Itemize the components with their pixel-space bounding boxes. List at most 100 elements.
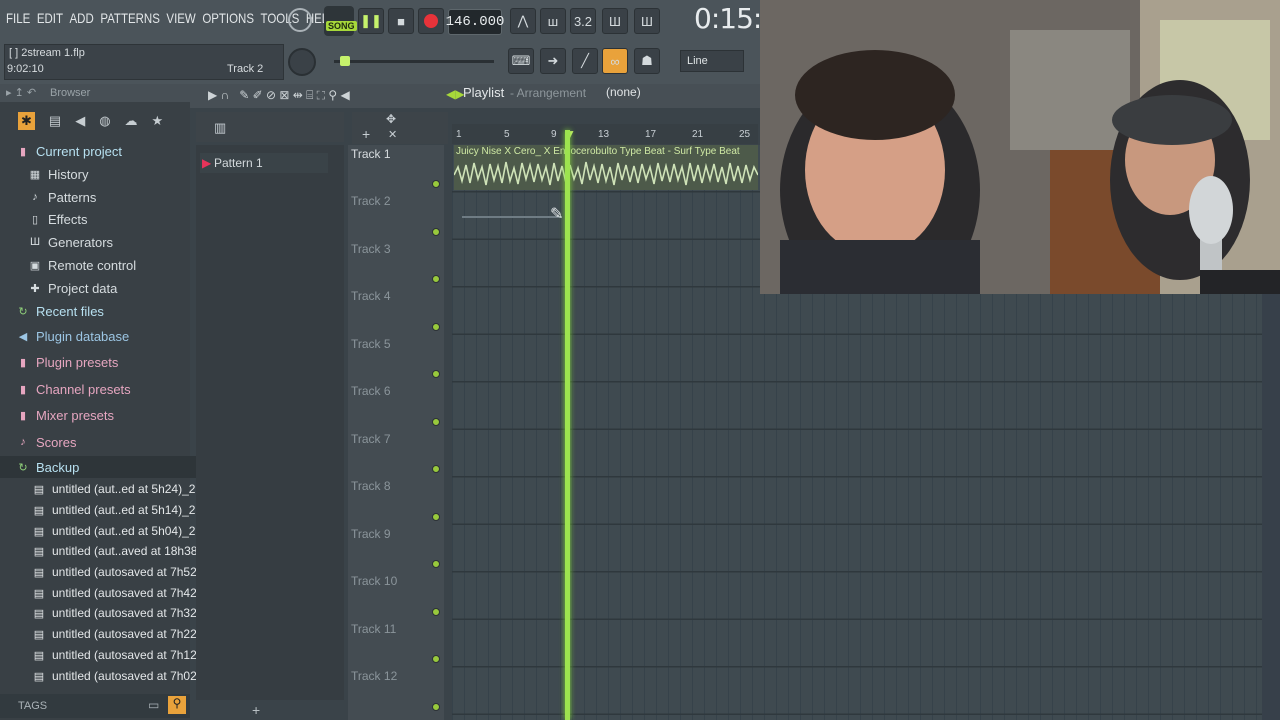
song-mode-toggle[interactable]: SONG (324, 6, 357, 36)
typing-keyboard-button[interactable]: ⌨ (508, 48, 534, 74)
track-label[interactable]: Track 4 (351, 289, 391, 303)
plugin-filter-icon[interactable]: ◍ (99, 113, 110, 129)
plugin-database-icon: ◀ (18, 330, 28, 343)
backup-file[interactable]: ▤ untitled (autosaved at 7h32) (0, 602, 222, 624)
backup-file[interactable]: ▤ untitled (autosaved at 7h02) (0, 665, 222, 687)
backup-file[interactable]: ▤ untitled (aut..ed at 5h24)_2 (0, 478, 222, 500)
move-icon[interactable]: ✥ (386, 112, 396, 126)
playlist-scrollbar[interactable] (1262, 294, 1280, 720)
track-mute-dot[interactable] (432, 560, 440, 568)
file-filter-icon[interactable]: ▤ (49, 113, 61, 129)
menu-add[interactable]: ADD (70, 10, 94, 26)
track-label[interactable]: Track 10 (351, 574, 397, 588)
track-mute-dot[interactable] (432, 275, 440, 283)
browser-nav-icons[interactable]: ▸ ↥ ↶ (6, 86, 36, 99)
track-mute-dot[interactable] (432, 608, 440, 616)
track-label[interactable]: Track 2 (351, 194, 391, 208)
snap-brush-button[interactable]: ╱ (572, 48, 598, 74)
menu-patterns[interactable]: PATTERNS (100, 10, 160, 26)
wait-input-button[interactable]: ш (540, 8, 566, 34)
browser-item-scores[interactable]: ♪ Scores (0, 431, 206, 453)
arrow-right-icon[interactable]: ➜ (540, 48, 566, 74)
snap-mode-select[interactable]: Line (680, 50, 744, 72)
browser-item-plugin-presets[interactable]: ▮ Plugin presets (0, 351, 206, 373)
track-mute-dot[interactable] (432, 323, 440, 331)
pause-button[interactable]: ❚❚ (358, 8, 384, 34)
stop-button[interactable]: ■ (388, 8, 414, 34)
backup-file[interactable]: ▤ untitled (autosaved at 7h12) (0, 644, 222, 666)
browser-item-mixer-presets[interactable]: ▮ Mixer presets (0, 404, 206, 426)
metronome-button[interactable]: ⋀ (510, 8, 536, 34)
bell-icon[interactable]: ☗ (634, 48, 660, 74)
track-mute-dot[interactable] (432, 465, 440, 473)
track-mute-dot[interactable] (432, 655, 440, 663)
track-mute-dot[interactable] (432, 703, 440, 711)
tags-label: TAGS (18, 700, 48, 712)
position-slider[interactable] (334, 56, 494, 66)
track-label[interactable]: Track 6 (351, 384, 391, 398)
backup-file[interactable]: ▤ untitled (autosaved at 7h22) (0, 623, 222, 645)
step-edit-button[interactable]: Ш (602, 8, 628, 34)
close-icon[interactable]: ✕ (388, 128, 397, 141)
backup-file[interactable]: ▤ untitled (autosaved at 7h52) (0, 561, 222, 583)
backup-file-label: untitled (aut..aved at 18h38) (52, 544, 202, 558)
piano-roll-icon[interactable]: ▥ (214, 120, 226, 136)
track-label[interactable]: Track 5 (351, 337, 391, 351)
browser-item-current-project[interactable]: ▮ Current project (0, 140, 206, 162)
track-mute-dot[interactable] (432, 180, 440, 188)
track-label[interactable]: Track 9 (351, 527, 391, 541)
cloud-filter-icon[interactable]: ☁ (125, 113, 138, 129)
playlist-arrow-icon[interactable]: ◀▶ (446, 87, 464, 101)
browser-item-history[interactable]: ▦ History (0, 163, 218, 185)
countdown-button[interactable]: 3.2 (570, 8, 596, 34)
menu-view[interactable]: VIEW (166, 10, 195, 26)
track-label[interactable]: Track 11 (351, 622, 396, 636)
link-icon[interactable]: ∞ (602, 48, 628, 74)
track-mute-dot[interactable] (432, 418, 440, 426)
menu-file[interactable]: FILE (6, 10, 30, 26)
backup-file[interactable]: ▤ untitled (aut..ed at 5h04)_2 (0, 520, 222, 542)
backup-file[interactable]: ▤ untitled (aut..aved at 18h38) (0, 540, 222, 562)
add-pattern-icon[interactable]: + (252, 702, 260, 718)
browser-item-effects[interactable]: ▯ Effects (0, 208, 218, 230)
speaker-filter-icon[interactable]: ◀ (75, 113, 85, 129)
add-track-icon[interactable]: + (362, 126, 370, 142)
menu-edit[interactable]: EDIT (37, 10, 63, 26)
pattern-selector[interactable]: (none) (606, 85, 641, 99)
master-pitch-knob[interactable] (288, 48, 316, 76)
track-label[interactable]: Track 3 (351, 242, 391, 256)
record-button[interactable] (418, 8, 444, 34)
all-filter-icon[interactable]: ✱ (18, 112, 35, 130)
browser-item-generators[interactable]: Ш Generators (0, 231, 218, 253)
menu-options[interactable]: OPTIONS (202, 10, 254, 26)
browser-item-project-data[interactable]: ✚ Project data (0, 277, 218, 299)
browser-item-backup[interactable]: ↻ Backup (0, 456, 206, 478)
track-mute-dot[interactable] (432, 513, 440, 521)
channel-presets-icon: ▮ (19, 383, 27, 396)
track-mute-dot[interactable] (432, 370, 440, 378)
backup-file[interactable]: ▤ untitled (autosaved at 7h42) (0, 582, 222, 604)
blend-notes-button[interactable]: Ш (634, 8, 660, 34)
remote-icon: ▣ (29, 259, 41, 272)
track-label[interactable]: Track 1 (351, 147, 391, 161)
browser-item-recent-files[interactable]: ↻ Recent files (0, 300, 206, 322)
tempo-display[interactable]: 146.000 (446, 9, 504, 35)
scores-icon: ♪ (20, 436, 26, 448)
pattern-item[interactable]: ▶ Pattern 1 (200, 153, 328, 173)
track-mute-dot[interactable] (432, 228, 440, 236)
record-icon (424, 14, 438, 28)
timeline-ruler[interactable]: 1 5 9 13 17 21 25 ▼ (452, 124, 758, 144)
master-volume-knob[interactable] (288, 8, 312, 32)
search-icon[interactable]: ⚲ (168, 696, 186, 714)
track-label[interactable]: Track 8 (351, 479, 391, 493)
folder-icon[interactable]: ▭ (148, 698, 159, 712)
browser-item-remote-control[interactable]: ▣ Remote control (0, 254, 218, 276)
browser-item-plugin-database[interactable]: ◀ Plugin database (0, 325, 206, 347)
track-label[interactable]: Track 7 (351, 432, 391, 446)
star-filter-icon[interactable]: ★ (152, 113, 164, 129)
backup-file[interactable]: ▤ untitled (aut..ed at 5h14)_2 (0, 499, 222, 521)
browser-item-patterns[interactable]: ♪ Patterns (0, 186, 218, 208)
browser-item-channel-presets[interactable]: ▮ Channel presets (0, 378, 206, 400)
playlist-tools-icons[interactable]: ▶ ∩ ✎ ✐ ⊘ ⊠ ⇹ ⌸ ⛶ ⚲ ◀ (208, 88, 350, 103)
track-label[interactable]: Track 12 (351, 669, 397, 683)
